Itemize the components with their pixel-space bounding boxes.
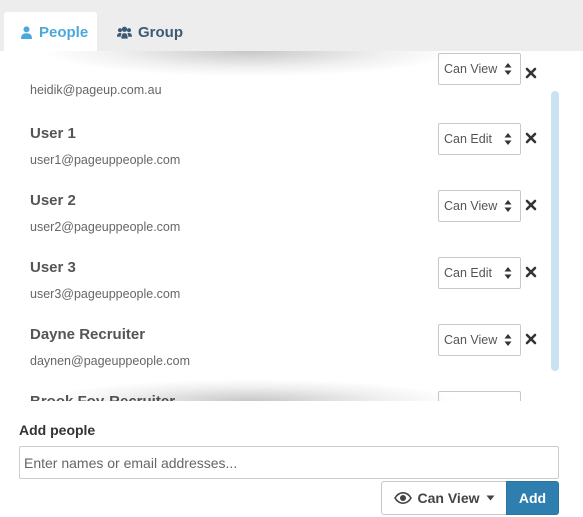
add-button[interactable]: Add [506,481,559,515]
permission-select[interactable]: Can View [438,53,521,85]
person-email: user1@pageuppeople.com [30,153,181,167]
people-list[interactable]: heidik@pageup.com.au Can View User 1 use… [0,51,560,401]
remove-icon[interactable] [525,67,537,79]
people-panel: heidik@pageup.com.au Can View User 1 use… [0,51,583,517]
person-name: Dayne Recruiter [30,326,146,343]
permission-select[interactable] [438,391,521,401]
person-email: user3@pageuppeople.com [30,287,181,301]
sort-caret-icon [504,334,512,346]
person-email: heidik@pageup.com.au [30,83,162,97]
tab-group[interactable]: Group [101,12,201,52]
remove-icon[interactable] [525,266,537,278]
permission-value: Can Edit [444,132,492,146]
list-item: User 1 user1@pageuppeople.com Can Edit [0,123,548,190]
tab-people[interactable]: People [4,12,97,52]
permission-select[interactable]: Can Edit [438,257,521,289]
permission-select[interactable]: Can View [438,324,521,356]
person-email: daynen@pageuppeople.com [30,354,191,368]
add-people-label: Add people [19,422,96,438]
permission-value: Can View [444,333,498,347]
list-item: User 2 user2@pageuppeople.com Can View [0,190,548,257]
remove-icon[interactable] [525,199,537,211]
sort-caret-icon [504,63,512,75]
eye-icon [393,492,412,504]
list-item: User 3 user3@pageuppeople.com Can Edit [0,257,548,324]
tab-people-label: People [39,23,89,41]
scrollbar[interactable] [551,91,559,371]
person-email: user2@pageuppeople.com [30,220,181,234]
sort-caret-icon [504,267,512,279]
list-item: Dayne Recruiter daynen@pageuppeople.com … [0,324,548,391]
person-name: User 2 [30,192,76,209]
sort-caret-icon [504,133,512,145]
permission-value: Can View [444,62,498,76]
sort-caret-icon [504,200,512,212]
person-name: User 1 [30,125,76,142]
new-permission-value: Can View [417,490,480,506]
tab-bar: People Group [0,0,583,52]
caret-down-icon [486,495,494,501]
permission-select[interactable]: Can Edit [438,123,521,155]
permission-value: Can Edit [444,266,492,280]
users-icon [117,26,132,39]
new-permission-dropdown[interactable]: Can View [381,481,507,515]
user-icon [21,25,32,39]
remove-icon[interactable] [525,132,537,144]
permission-select[interactable]: Can View [438,190,521,222]
permission-value: Can View [444,199,498,213]
person-name: Brook Foy-Recruiter [30,393,175,401]
add-people-input[interactable] [19,446,559,479]
person-name: User 3 [30,259,76,276]
list-item: Brook Foy-Recruiter [0,391,548,401]
tab-group-label: Group [138,23,183,41]
remove-icon[interactable] [525,333,537,345]
